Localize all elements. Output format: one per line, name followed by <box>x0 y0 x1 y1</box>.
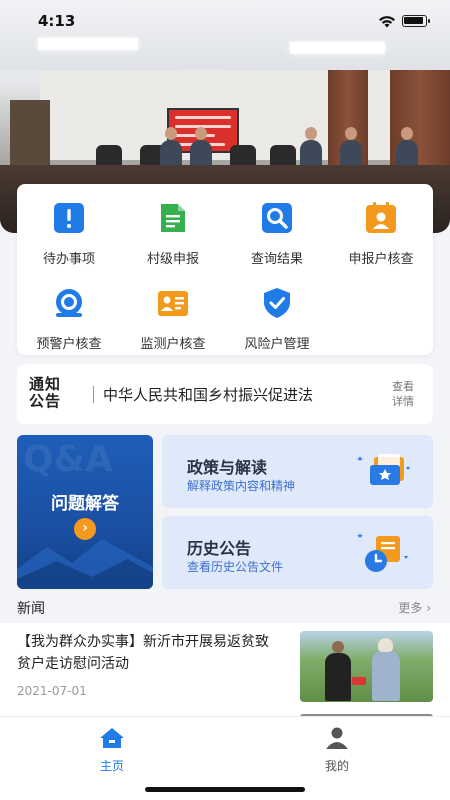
news-thumbnail <box>300 631 433 702</box>
notice-more-line1: 查看 <box>392 380 414 393</box>
news-more-link[interactable]: 更多 › <box>398 599 431 616</box>
alarm-bell-icon <box>56 289 82 317</box>
qa-bg-text: Q&A <box>23 439 113 480</box>
news-more-label: 更多 <box>398 601 423 615</box>
wifi-icon <box>379 16 395 28</box>
history-clock-icon <box>357 533 408 572</box>
notice-divider <box>93 386 94 403</box>
function-item-query-results[interactable]: 查询结果 <box>225 201 329 267</box>
function-label: 待办事项 <box>42 252 95 267</box>
notice-logo-line2: 公告 <box>29 392 62 410</box>
news-list-item[interactable]: 【我为群众办实事】新沂市开展易返贫致贫户走访慰问活动 2021-07-01 <box>0 623 450 711</box>
qa-title: 问题解答 <box>51 494 119 514</box>
policy-subtitle: 解释政策内容和精神 <box>187 479 296 493</box>
function-item-warning-check[interactable]: 预警户核查 <box>17 286 121 352</box>
news-heading: 新闻 <box>17 601 45 617</box>
function-label: 预警户核查 <box>36 337 102 352</box>
policy-title: 政策与解读 <box>187 458 268 477</box>
policy-envelope-icon <box>357 454 410 485</box>
tab-label: 主页 <box>99 759 124 773</box>
todo-icon <box>54 203 84 233</box>
home-indicator <box>145 787 305 792</box>
news-title: 【我为群众办实事】新沂市开展易返贫致贫户走访慰问活动 <box>17 634 269 672</box>
notice-more-line2: 详情 <box>392 395 414 408</box>
search-icon <box>262 203 292 233</box>
policy-interpretation-card[interactable]: 政策与解读 解释政策内容和精神 <box>162 435 433 508</box>
shield-check-icon <box>264 288 290 318</box>
history-subtitle: 查看历史公告文件 <box>187 560 284 574</box>
notice-logo: 通知 公告 <box>29 376 73 412</box>
home-icon <box>100 728 124 748</box>
function-label: 村级申报 <box>146 252 199 267</box>
chevron-right-icon: › <box>426 601 431 615</box>
thumb-person <box>325 641 351 701</box>
notice-bar[interactable]: 通知 公告 中华人民共和国乡村振兴促进法 查看 详情 <box>17 364 433 424</box>
tab-home[interactable]: 主页 <box>82 727 142 774</box>
function-item-village-report[interactable]: 村级申报 <box>121 201 225 267</box>
history-notice-card[interactable]: 历史公告 查看历史公告文件 <box>162 516 433 589</box>
arrow-right-icon: › <box>74 518 96 540</box>
function-item-monitor-check[interactable]: 监测户核查 <box>121 286 225 352</box>
battery-icon <box>402 15 430 27</box>
notice-details-link[interactable]: 查看 详情 <box>385 379 421 409</box>
status-time: 4:13 <box>38 12 76 30</box>
function-label: 监测户核查 <box>140 337 206 352</box>
profile-card-icon <box>158 291 188 316</box>
document-icon <box>161 204 185 232</box>
news-header: 新闻 更多 › <box>17 598 433 620</box>
tab-mine[interactable]: 我的 <box>307 727 367 774</box>
status-bar: 4:13 <box>0 0 450 44</box>
qa-card[interactable]: Q&A 问题解答 › <box>17 435 153 589</box>
history-title: 历史公告 <box>187 539 252 558</box>
notice-text: 中华人民共和国乡村振兴促进法 <box>103 386 314 404</box>
thumb-gift <box>352 677 366 685</box>
function-grid: 待办事项 村级申报 查询结果 申报户核查 预警户核查 监测户核查 风险户管理 <box>17 184 433 355</box>
thumb-person <box>372 638 400 701</box>
function-item-applicant-check[interactable]: 申报户核查 <box>329 201 433 267</box>
tab-label: 我的 <box>324 759 349 773</box>
id-card-icon <box>366 202 396 233</box>
notice-logo-line1: 通知 <box>29 375 62 393</box>
function-item-risk-manage[interactable]: 风险户管理 <box>225 286 329 352</box>
function-label: 查询结果 <box>250 252 303 267</box>
function-item-todo[interactable]: 待办事项 <box>17 201 121 267</box>
function-label: 风险户管理 <box>244 337 310 352</box>
function-label: 申报户核查 <box>348 252 414 267</box>
person-icon <box>326 727 348 749</box>
news-date: 2021-07-01 <box>17 684 87 698</box>
